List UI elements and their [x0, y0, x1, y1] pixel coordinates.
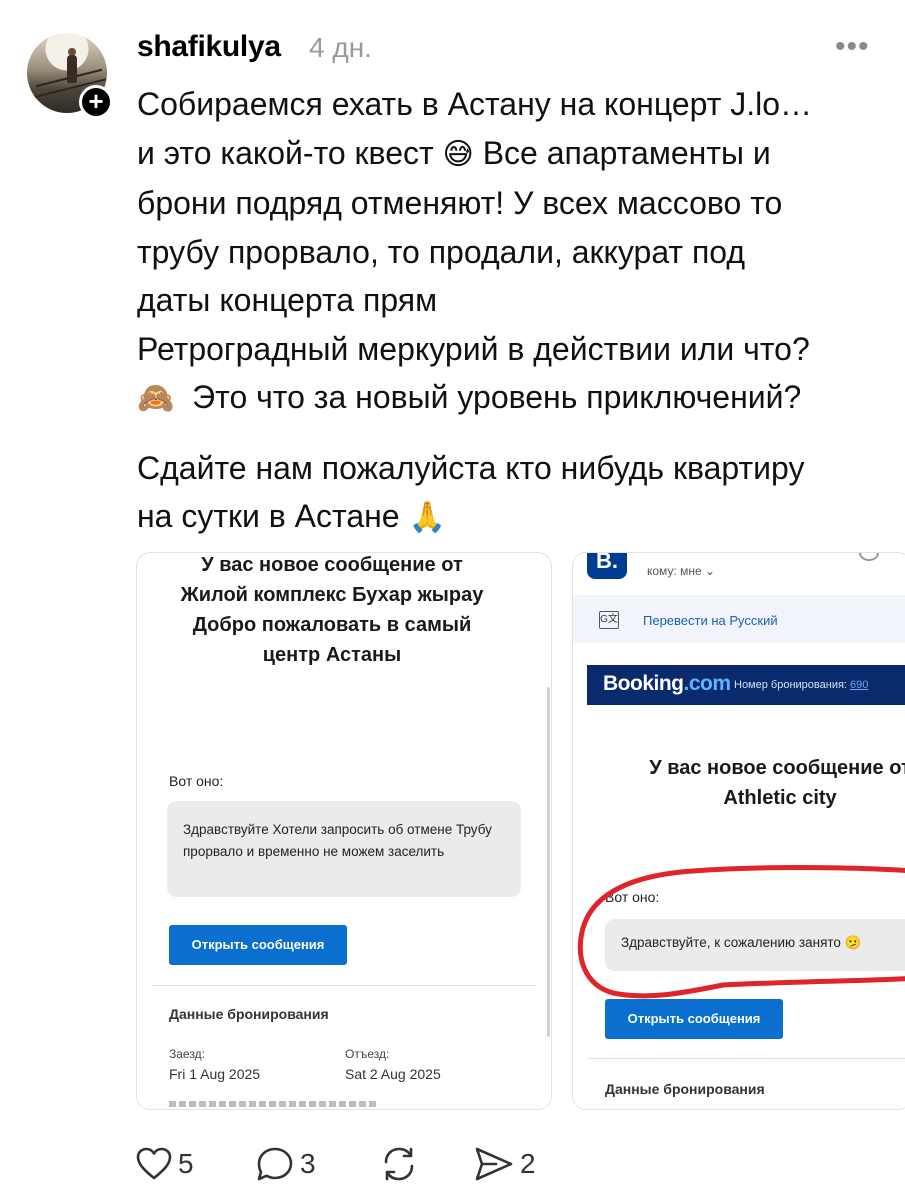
sweat-smile-emoji-icon: 😅	[442, 136, 474, 172]
comment-button[interactable]: 3	[256, 1146, 316, 1182]
post-line: на сутки в Астане 🙏	[137, 498, 446, 535]
post-line: и это какой-то квест 😅 Все апартаменты и	[137, 134, 771, 172]
recipient-label: кому: мне ⌄	[647, 564, 716, 578]
checkin-value: Fri 1 Aug 2025	[169, 1066, 261, 1082]
post-line: даты концерта прям	[137, 282, 438, 318]
checkin-label: Заезд:	[169, 1047, 205, 1061]
praying-hands-emoji-icon: 🙏	[408, 500, 446, 535]
card1-open-messages-button: Открыть сообщения	[169, 925, 347, 965]
card1-message-bubble: Здравствуйте Хотели запросить об отмене …	[167, 801, 521, 897]
card2-booking-header: Данные бронирования	[605, 1081, 765, 1097]
post-line: 🙈 Это что за новый уровень приключений?	[137, 379, 802, 416]
share-count: 2	[520, 1148, 536, 1179]
comment-icon	[257, 1147, 293, 1181]
card2-title: У вас новое сообщение от Athletic city	[649, 757, 905, 809]
post-line: брони подряд отменяют! У всех массово то	[137, 185, 783, 221]
booking-wordmark: Booking.com	[603, 672, 731, 695]
share-button[interactable]: 2	[474, 1146, 536, 1182]
attached-image-1[interactable]: У вас новое сообщение от Жилой комплекс …	[136, 552, 552, 1110]
repost-button[interactable]	[379, 1146, 419, 1182]
post-line: трубу прорвало, то продали, аккурат под	[137, 233, 746, 270]
username[interactable]: shafikulya	[137, 30, 281, 64]
post-line: Собираемся ехать в Астану на концерт J.l…	[137, 86, 813, 122]
send-icon	[475, 1147, 513, 1181]
like-count: 5	[178, 1148, 194, 1179]
scrollbar	[547, 687, 550, 1037]
card1-title: У вас новое сообщение от Жилой комплекс …	[180, 554, 484, 666]
post-line: Сдайте нам пожалуйста кто нибудь квартир…	[137, 449, 805, 486]
follow-plus-icon[interactable]: +	[79, 85, 113, 119]
divider	[587, 1058, 905, 1059]
cut-off-text	[169, 1101, 379, 1107]
circle-icon	[859, 553, 879, 561]
more-options-icon[interactable]: •••	[835, 30, 870, 64]
card2-message-bubble: Здравствуйте, к сожалению занято 🫤	[605, 919, 905, 971]
booking-logo-icon: B.	[587, 553, 627, 579]
post-time: 4 дн.	[309, 32, 372, 63]
comment-count: 3	[300, 1148, 316, 1179]
post-text: Собираемся ехать в Астану на концерт J.l…	[137, 80, 897, 543]
post-line: Ретроградный меркурий в действии или что…	[137, 330, 810, 367]
checkout-label: Отъезд:	[345, 1047, 390, 1061]
checkout-value: Sat 2 Aug 2025	[345, 1066, 441, 1082]
booking-number: Номер бронирования: 690	[734, 679, 869, 691]
like-button[interactable]: 5	[136, 1146, 194, 1182]
see-no-evil-monkey-emoji-icon: 🙈	[137, 381, 175, 416]
card1-label: Вот оно:	[169, 773, 224, 789]
attached-image-2[interactable]: B. кому: мне ⌄ G文 Перевести на Русский B…	[572, 552, 905, 1110]
translate-link: Перевести на Русский	[643, 613, 778, 628]
card2-open-messages-button: Открыть сообщения	[605, 999, 783, 1039]
translate-icon: G文	[599, 611, 619, 629]
heart-icon	[136, 1147, 172, 1180]
card1-booking-header: Данные бронирования	[169, 1006, 329, 1022]
card2-label: Вот оно:	[605, 889, 660, 905]
divider	[151, 985, 537, 986]
repost-icon	[384, 1147, 414, 1181]
